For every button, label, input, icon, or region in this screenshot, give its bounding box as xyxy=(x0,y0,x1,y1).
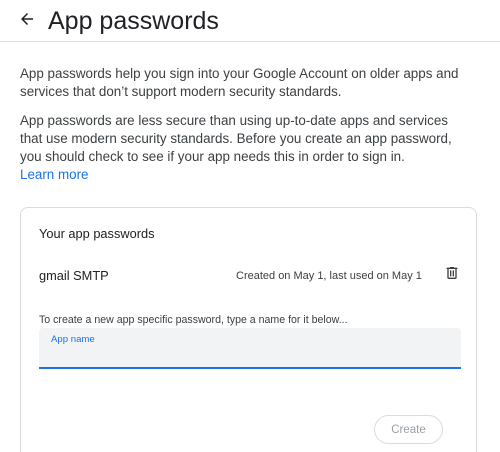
learn-more-link[interactable]: Learn more xyxy=(20,166,88,184)
card-title: Your app passwords xyxy=(39,226,155,241)
app-name-label: App name xyxy=(51,334,95,345)
trash-icon xyxy=(444,265,460,286)
back-button[interactable] xyxy=(14,9,40,33)
app-passwords-page: App passwords App passwords help you sig… xyxy=(0,0,500,452)
arrow-back-icon xyxy=(18,10,36,33)
create-button[interactable]: Create xyxy=(374,415,443,444)
app-password-name: gmail SMTP xyxy=(39,268,109,283)
intro-paragraph: App passwords help you sign into your Go… xyxy=(20,66,459,99)
page-title: App passwords xyxy=(48,7,219,35)
app-passwords-card: Your app passwords gmail SMTP Created on… xyxy=(20,207,477,452)
app-name-field[interactable]: App name xyxy=(39,328,461,369)
app-name-input[interactable] xyxy=(51,347,449,365)
delete-password-button[interactable] xyxy=(442,265,462,285)
page-header: App passwords xyxy=(0,0,500,42)
app-password-meta: Created on May 1, last used on May 1 xyxy=(236,270,422,282)
create-helper-text: To create a new app specific password, t… xyxy=(39,314,348,326)
warning-paragraph: App passwords are less secure than using… xyxy=(20,113,452,164)
